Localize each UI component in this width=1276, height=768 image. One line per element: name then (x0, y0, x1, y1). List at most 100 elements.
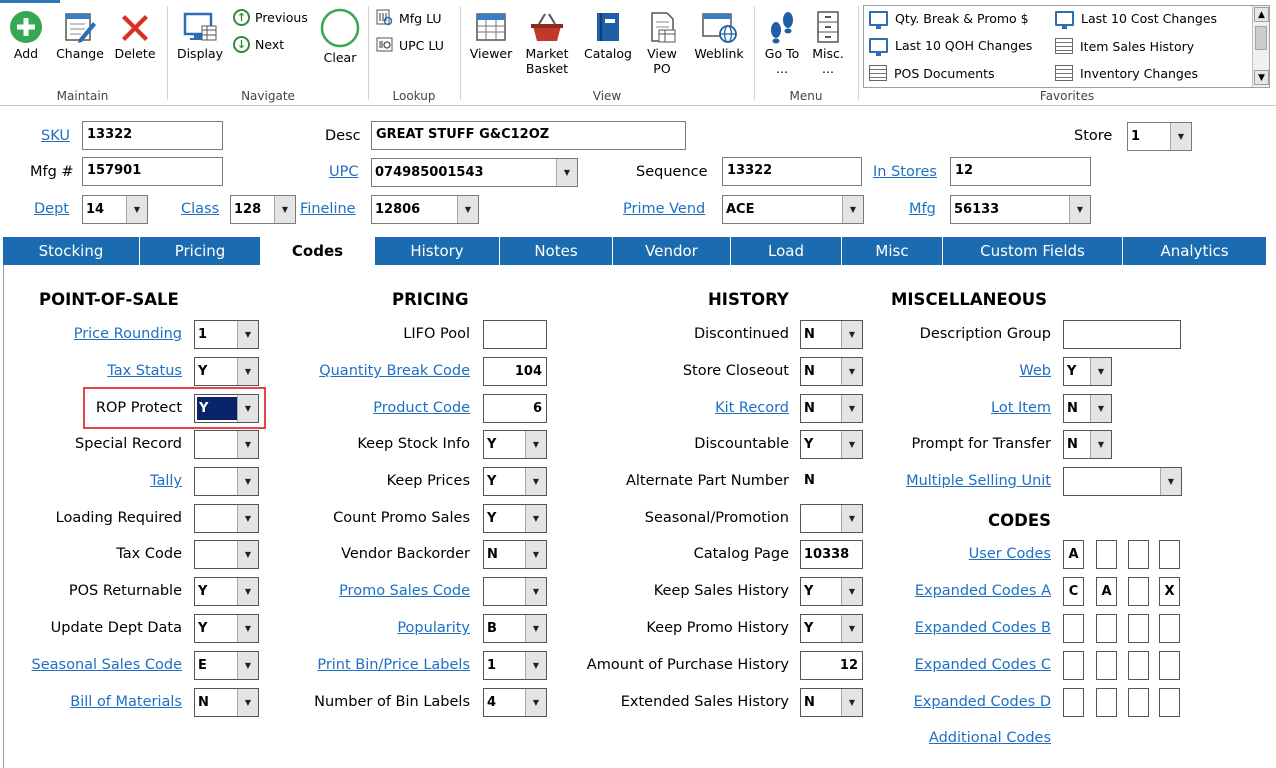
price-rounding-combo[interactable]: 1 ▼ (194, 320, 259, 349)
quantity-break-code-field[interactable]: 104 (483, 357, 547, 386)
expanded-codes-c-link[interactable]: Expanded Codes C (915, 657, 1051, 673)
pos-returnable-combo[interactable]: Y ▼ (194, 577, 259, 606)
keep-promo-history-combo[interactable]: Y ▼ (800, 614, 863, 643)
store-closeout-combo[interactable]: N ▼ (800, 357, 863, 386)
class-link[interactable]: Class (181, 201, 219, 217)
tax-status-combo[interactable]: Y ▼ (194, 357, 259, 386)
store-combo[interactable]: 1 ▼ (1127, 122, 1192, 151)
fineline-combo[interactable]: 12806 ▼ (371, 195, 479, 224)
keep-stock-info-combo[interactable]: Y ▼ (483, 430, 547, 459)
chevron-down-icon[interactable]: ▼ (841, 505, 862, 532)
additional-codes-link[interactable]: Additional Codes (929, 730, 1051, 746)
favorite-last-10-qoh-changes[interactable]: Last 10 QOH Changes (869, 38, 1032, 56)
expanded-code-b-1[interactable] (1063, 614, 1084, 643)
update-dept-data-combo[interactable]: Y ▼ (194, 614, 259, 643)
expanded-code-a-4[interactable]: X (1159, 577, 1180, 606)
expanded-code-d-2[interactable] (1096, 688, 1117, 717)
fineline-link[interactable]: Fineline (300, 201, 356, 217)
tab-custom-fields[interactable]: Custom Fields (943, 237, 1123, 265)
previous-button[interactable]: ↑ Previous (233, 9, 308, 26)
next-button[interactable]: ↓ Next (233, 36, 284, 53)
upc-combo[interactable]: 074985001543 ▼ (371, 158, 578, 187)
view-po-button[interactable]: View PO (641, 10, 683, 76)
viewer-button[interactable]: Viewer (467, 10, 515, 61)
product-code-field[interactable]: 6 (483, 394, 547, 423)
extended-sales-history-combo[interactable]: N ▼ (800, 688, 863, 717)
scroll-thumb[interactable] (1255, 26, 1267, 50)
user-codes-link[interactable]: User Codes (969, 546, 1051, 562)
tab-codes[interactable]: Codes (261, 237, 375, 265)
bill-of-materials-link[interactable]: Bill of Materials (70, 694, 182, 710)
expanded-code-c-2[interactable] (1096, 651, 1117, 680)
tab-notes[interactable]: Notes (500, 237, 613, 265)
popularity-link[interactable]: Popularity (397, 620, 470, 636)
dept-link[interactable]: Dept (34, 201, 69, 217)
chevron-down-icon[interactable]: ▼ (525, 652, 546, 679)
display-button[interactable]: Display (175, 10, 225, 61)
lot-item-combo[interactable]: N ▼ (1063, 394, 1112, 423)
chevron-down-icon[interactable]: ▼ (525, 431, 546, 458)
expanded-codes-b-link[interactable]: Expanded Codes B (915, 620, 1051, 636)
in-stores-field[interactable]: 12 (950, 157, 1091, 186)
expanded-code-b-4[interactable] (1159, 614, 1180, 643)
price-rounding-link[interactable]: Price Rounding (74, 326, 182, 342)
mfg-lu-button[interactable]: Mfg LU (376, 9, 442, 27)
loading-required-combo[interactable]: ▼ (194, 504, 259, 533)
seasonal-sales-code-link[interactable]: Seasonal Sales Code (32, 657, 182, 673)
chevron-down-icon[interactable]: ▼ (1090, 395, 1111, 422)
favorite-pos-documents[interactable]: POS Documents (869, 65, 995, 81)
expanded-code-b-3[interactable] (1128, 614, 1149, 643)
expanded-code-b-2[interactable] (1096, 614, 1117, 643)
tab-load[interactable]: Load (731, 237, 842, 265)
lot-item-link[interactable]: Lot Item (991, 400, 1051, 416)
chevron-down-icon[interactable]: ▼ (237, 395, 258, 422)
chevron-down-icon[interactable]: ▼ (525, 615, 546, 642)
favorite-last-10-cost-changes[interactable]: Last 10 Cost Changes (1055, 11, 1217, 29)
market-basket-button[interactable]: Market Basket (522, 10, 572, 76)
special-record-combo[interactable]: ▼ (194, 430, 259, 459)
mfg-no-field[interactable]: 157901 (82, 157, 223, 186)
chevron-down-icon[interactable]: ▼ (556, 159, 577, 186)
tab-vendor[interactable]: Vendor (613, 237, 731, 265)
user-code-3[interactable] (1128, 540, 1149, 569)
desc-field[interactable]: GREAT STUFF G&C12OZ (371, 121, 686, 150)
tab-pricing[interactable]: Pricing (140, 237, 261, 265)
kit-record-combo[interactable]: N ▼ (800, 394, 863, 423)
amount-of-purchase-history-field[interactable]: 12 (800, 651, 863, 680)
expanded-code-d-1[interactable] (1063, 688, 1084, 717)
promo-sales-code-link[interactable]: Promo Sales Code (339, 583, 470, 599)
tax-code-combo[interactable]: ▼ (194, 540, 259, 569)
tally-link[interactable]: Tally (150, 473, 182, 489)
chevron-down-icon[interactable]: ▼ (126, 196, 147, 223)
chevron-down-icon[interactable]: ▼ (237, 505, 258, 532)
mfg-link[interactable]: Mfg (909, 201, 936, 217)
mfg-combo[interactable]: 56133 ▼ (950, 195, 1091, 224)
prompt-for-transfer-combo[interactable]: N ▼ (1063, 430, 1112, 459)
sku-link[interactable]: SKU (41, 128, 70, 144)
discountable-combo[interactable]: Y ▼ (800, 430, 863, 459)
chevron-down-icon[interactable]: ▼ (1069, 196, 1090, 223)
expanded-code-c-3[interactable] (1128, 651, 1149, 680)
weblink-button[interactable]: Weblink (692, 10, 746, 61)
chevron-down-icon[interactable]: ▼ (841, 689, 862, 716)
keep-sales-history-combo[interactable]: Y ▼ (800, 577, 863, 606)
clear-button[interactable]: Clear (318, 8, 362, 65)
chevron-down-icon[interactable]: ▼ (841, 395, 862, 422)
chevron-down-icon[interactable]: ▼ (237, 615, 258, 642)
chevron-down-icon[interactable]: ▼ (237, 578, 258, 605)
chevron-down-icon[interactable]: ▼ (1090, 358, 1111, 385)
upc-lu-button[interactable]: UPC LU (376, 36, 444, 54)
prime-vend-combo[interactable]: ACE ▼ (722, 195, 864, 224)
expanded-codes-a-link[interactable]: Expanded Codes A (915, 583, 1051, 599)
expanded-code-a-1[interactable]: C (1063, 577, 1084, 606)
multiple-selling-unit-link[interactable]: Multiple Selling Unit (906, 473, 1051, 489)
web-link[interactable]: Web (1019, 363, 1051, 379)
catalog-button[interactable]: Catalog (582, 10, 634, 61)
quantity-break-code-link[interactable]: Quantity Break Code (319, 363, 470, 379)
chevron-down-icon[interactable]: ▼ (237, 541, 258, 568)
expanded-code-a-3[interactable] (1128, 577, 1149, 606)
chevron-down-icon[interactable]: ▼ (841, 431, 862, 458)
user-code-2[interactable] (1096, 540, 1117, 569)
chevron-down-icon[interactable]: ▼ (525, 505, 546, 532)
dept-combo[interactable]: 14 ▼ (82, 195, 148, 224)
